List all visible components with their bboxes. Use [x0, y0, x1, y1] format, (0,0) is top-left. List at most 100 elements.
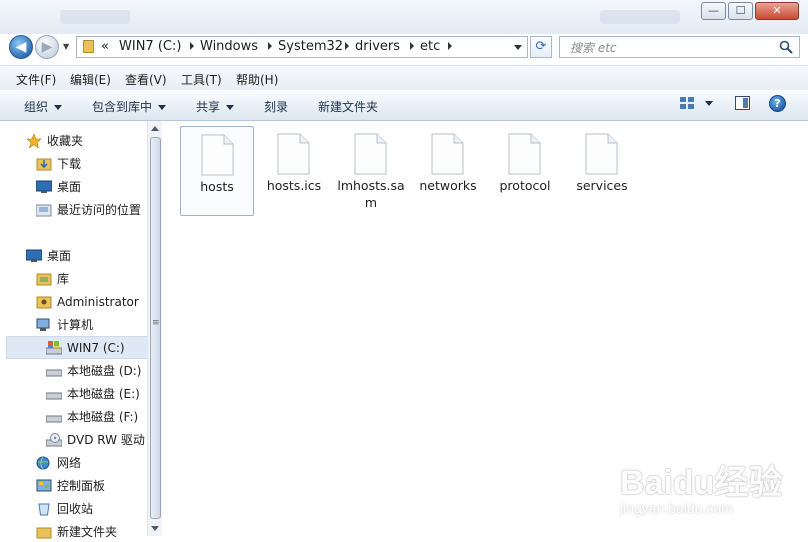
- nav-label: WIN7 (C:): [67, 341, 125, 355]
- back-button[interactable]: ◀: [9, 35, 33, 59]
- baidu-watermark: Baidu经验: [620, 464, 783, 502]
- nav-label: 库: [57, 272, 70, 286]
- file-item[interactable]: lmhosts.sam: [334, 126, 408, 216]
- network-icon: [36, 456, 50, 470]
- file-item[interactable]: hosts: [180, 126, 254, 216]
- menu-file[interactable]: 文件(F): [16, 71, 56, 88]
- burn-button[interactable]: 刻录: [264, 98, 288, 115]
- close-button[interactable]: ✕: [755, 2, 799, 20]
- dvd-drive-icon: [46, 433, 62, 447]
- search-icon[interactable]: [779, 40, 793, 54]
- hard-drive-icon: [46, 415, 62, 423]
- search-input[interactable]: [568, 39, 772, 57]
- baidu-watermark-url: jingyan.baidu.com: [620, 500, 733, 516]
- file-name: hosts.ics: [266, 178, 322, 193]
- file-item[interactable]: protocol: [488, 126, 562, 216]
- nav-label: 本地磁盘 (D:): [67, 364, 142, 378]
- breadcrumb-item[interactable]: etc: [420, 39, 440, 54]
- breadcrumb-separator[interactable]: [190, 42, 194, 50]
- file-name: services: [576, 178, 628, 193]
- control-panel-icon: [36, 479, 52, 492]
- hard-drive-icon: [46, 369, 62, 377]
- nav-label: 桌面: [57, 180, 82, 194]
- file-icon: [354, 133, 387, 175]
- user-folder-icon: [36, 296, 52, 309]
- file-name: hosts: [200, 179, 234, 194]
- refresh-button[interactable]: ⟳: [530, 36, 552, 58]
- blurred-tab: [600, 10, 680, 24]
- breadcrumb-item[interactable]: WIN7 (C:): [119, 39, 181, 54]
- menu-edit[interactable]: 编辑(E): [70, 71, 111, 88]
- nav-label: 新建文件夹: [57, 525, 118, 539]
- preview-pane-icon[interactable]: [735, 96, 750, 110]
- desktop-icon: [26, 249, 42, 262]
- breadcrumb-separator[interactable]: [410, 42, 414, 50]
- address-history-dropdown[interactable]: [514, 45, 522, 50]
- search-box[interactable]: [559, 36, 800, 58]
- browser-background-strip: — ☐ ✕: [0, 0, 808, 34]
- nav-label: 本地磁盘 (F:): [67, 410, 139, 424]
- breadcrumb-separator[interactable]: [448, 42, 452, 50]
- organize-button[interactable]: 组织: [24, 98, 63, 115]
- system-drive-icon: [46, 341, 62, 355]
- file-item[interactable]: hosts.ics: [257, 126, 331, 216]
- recent-pages-dropdown[interactable]: ▼: [63, 42, 69, 51]
- file-name: protocol: [499, 178, 551, 193]
- breadcrumb-item[interactable]: drivers: [355, 39, 400, 54]
- menu-help[interactable]: 帮助(H): [236, 71, 278, 88]
- hard-drive-icon: [46, 392, 62, 400]
- file-icon: [508, 133, 541, 175]
- nav-label: 本地磁盘 (E:): [67, 387, 140, 401]
- new-folder-button[interactable]: 新建文件夹: [318, 98, 378, 115]
- file-icon: [431, 133, 464, 175]
- file-name: networks: [419, 178, 477, 193]
- maximize-button[interactable]: ☐: [728, 2, 753, 20]
- computer-icon: [36, 318, 50, 331]
- nav-label: 桌面: [47, 249, 72, 263]
- file-icon: [277, 133, 310, 175]
- view-options-dropdown[interactable]: [705, 101, 713, 106]
- blurred-tab: [60, 10, 130, 24]
- folder-icon: [83, 40, 94, 53]
- menu-tools[interactable]: 工具(T): [181, 71, 222, 88]
- breadcrumb-item[interactable]: System32: [278, 39, 343, 54]
- downloads-folder-icon: [36, 158, 52, 171]
- nav-label: Administrator: [57, 295, 139, 309]
- scroll-down-arrow-icon[interactable]: [151, 526, 159, 531]
- scrollbar-thumb[interactable]: [150, 137, 161, 519]
- address-bar[interactable]: « WIN7 (C:) Windows System32 drivers etc: [76, 36, 528, 58]
- nav-label: 最近访问的位置: [57, 203, 142, 217]
- navigation-scrollbar[interactable]: ≡: [147, 121, 162, 536]
- nav-label: 收藏夹: [47, 134, 84, 148]
- recycle-bin-icon: [38, 503, 50, 516]
- navigation-pane: 收藏夹 下载 桌面 最近访问的位置 桌面 库 Administrator 计算机…: [0, 121, 148, 539]
- nav-label: 下载: [57, 157, 82, 171]
- star-icon: [26, 134, 42, 148]
- nav-label: 计算机: [57, 318, 94, 332]
- breadcrumb-item[interactable]: Windows: [200, 39, 258, 54]
- share-button[interactable]: 共享: [196, 98, 235, 115]
- minimize-button[interactable]: —: [701, 2, 726, 20]
- file-icon: [201, 134, 234, 176]
- file-item[interactable]: services: [565, 126, 639, 216]
- file-name: lmhosts.sam: [337, 178, 405, 210]
- folder-icon: [36, 527, 52, 539]
- scrollbar-grip-icon: ≡: [152, 318, 160, 328]
- arrow-left-icon: ◀: [15, 39, 27, 55]
- breadcrumb-separator[interactable]: [345, 42, 349, 50]
- refresh-icon: ⟳: [535, 39, 547, 54]
- help-icon[interactable]: ?: [769, 95, 786, 112]
- recent-places-icon: [36, 204, 52, 217]
- include-in-library-button[interactable]: 包含到库中: [92, 98, 167, 115]
- menu-view[interactable]: 查看(V): [125, 71, 167, 88]
- breadcrumb-separator[interactable]: [268, 42, 272, 50]
- scroll-up-arrow-icon[interactable]: [151, 126, 159, 131]
- file-item[interactable]: networks: [411, 126, 485, 216]
- change-view-icon[interactable]: [680, 97, 694, 110]
- arrow-right-icon: ▶: [41, 39, 53, 55]
- nav-label: 网络: [57, 456, 82, 470]
- address-overflow[interactable]: «: [101, 39, 109, 54]
- desktop-icon: [36, 180, 52, 193]
- file-icon: [585, 133, 618, 175]
- forward-button[interactable]: ▶: [35, 35, 59, 59]
